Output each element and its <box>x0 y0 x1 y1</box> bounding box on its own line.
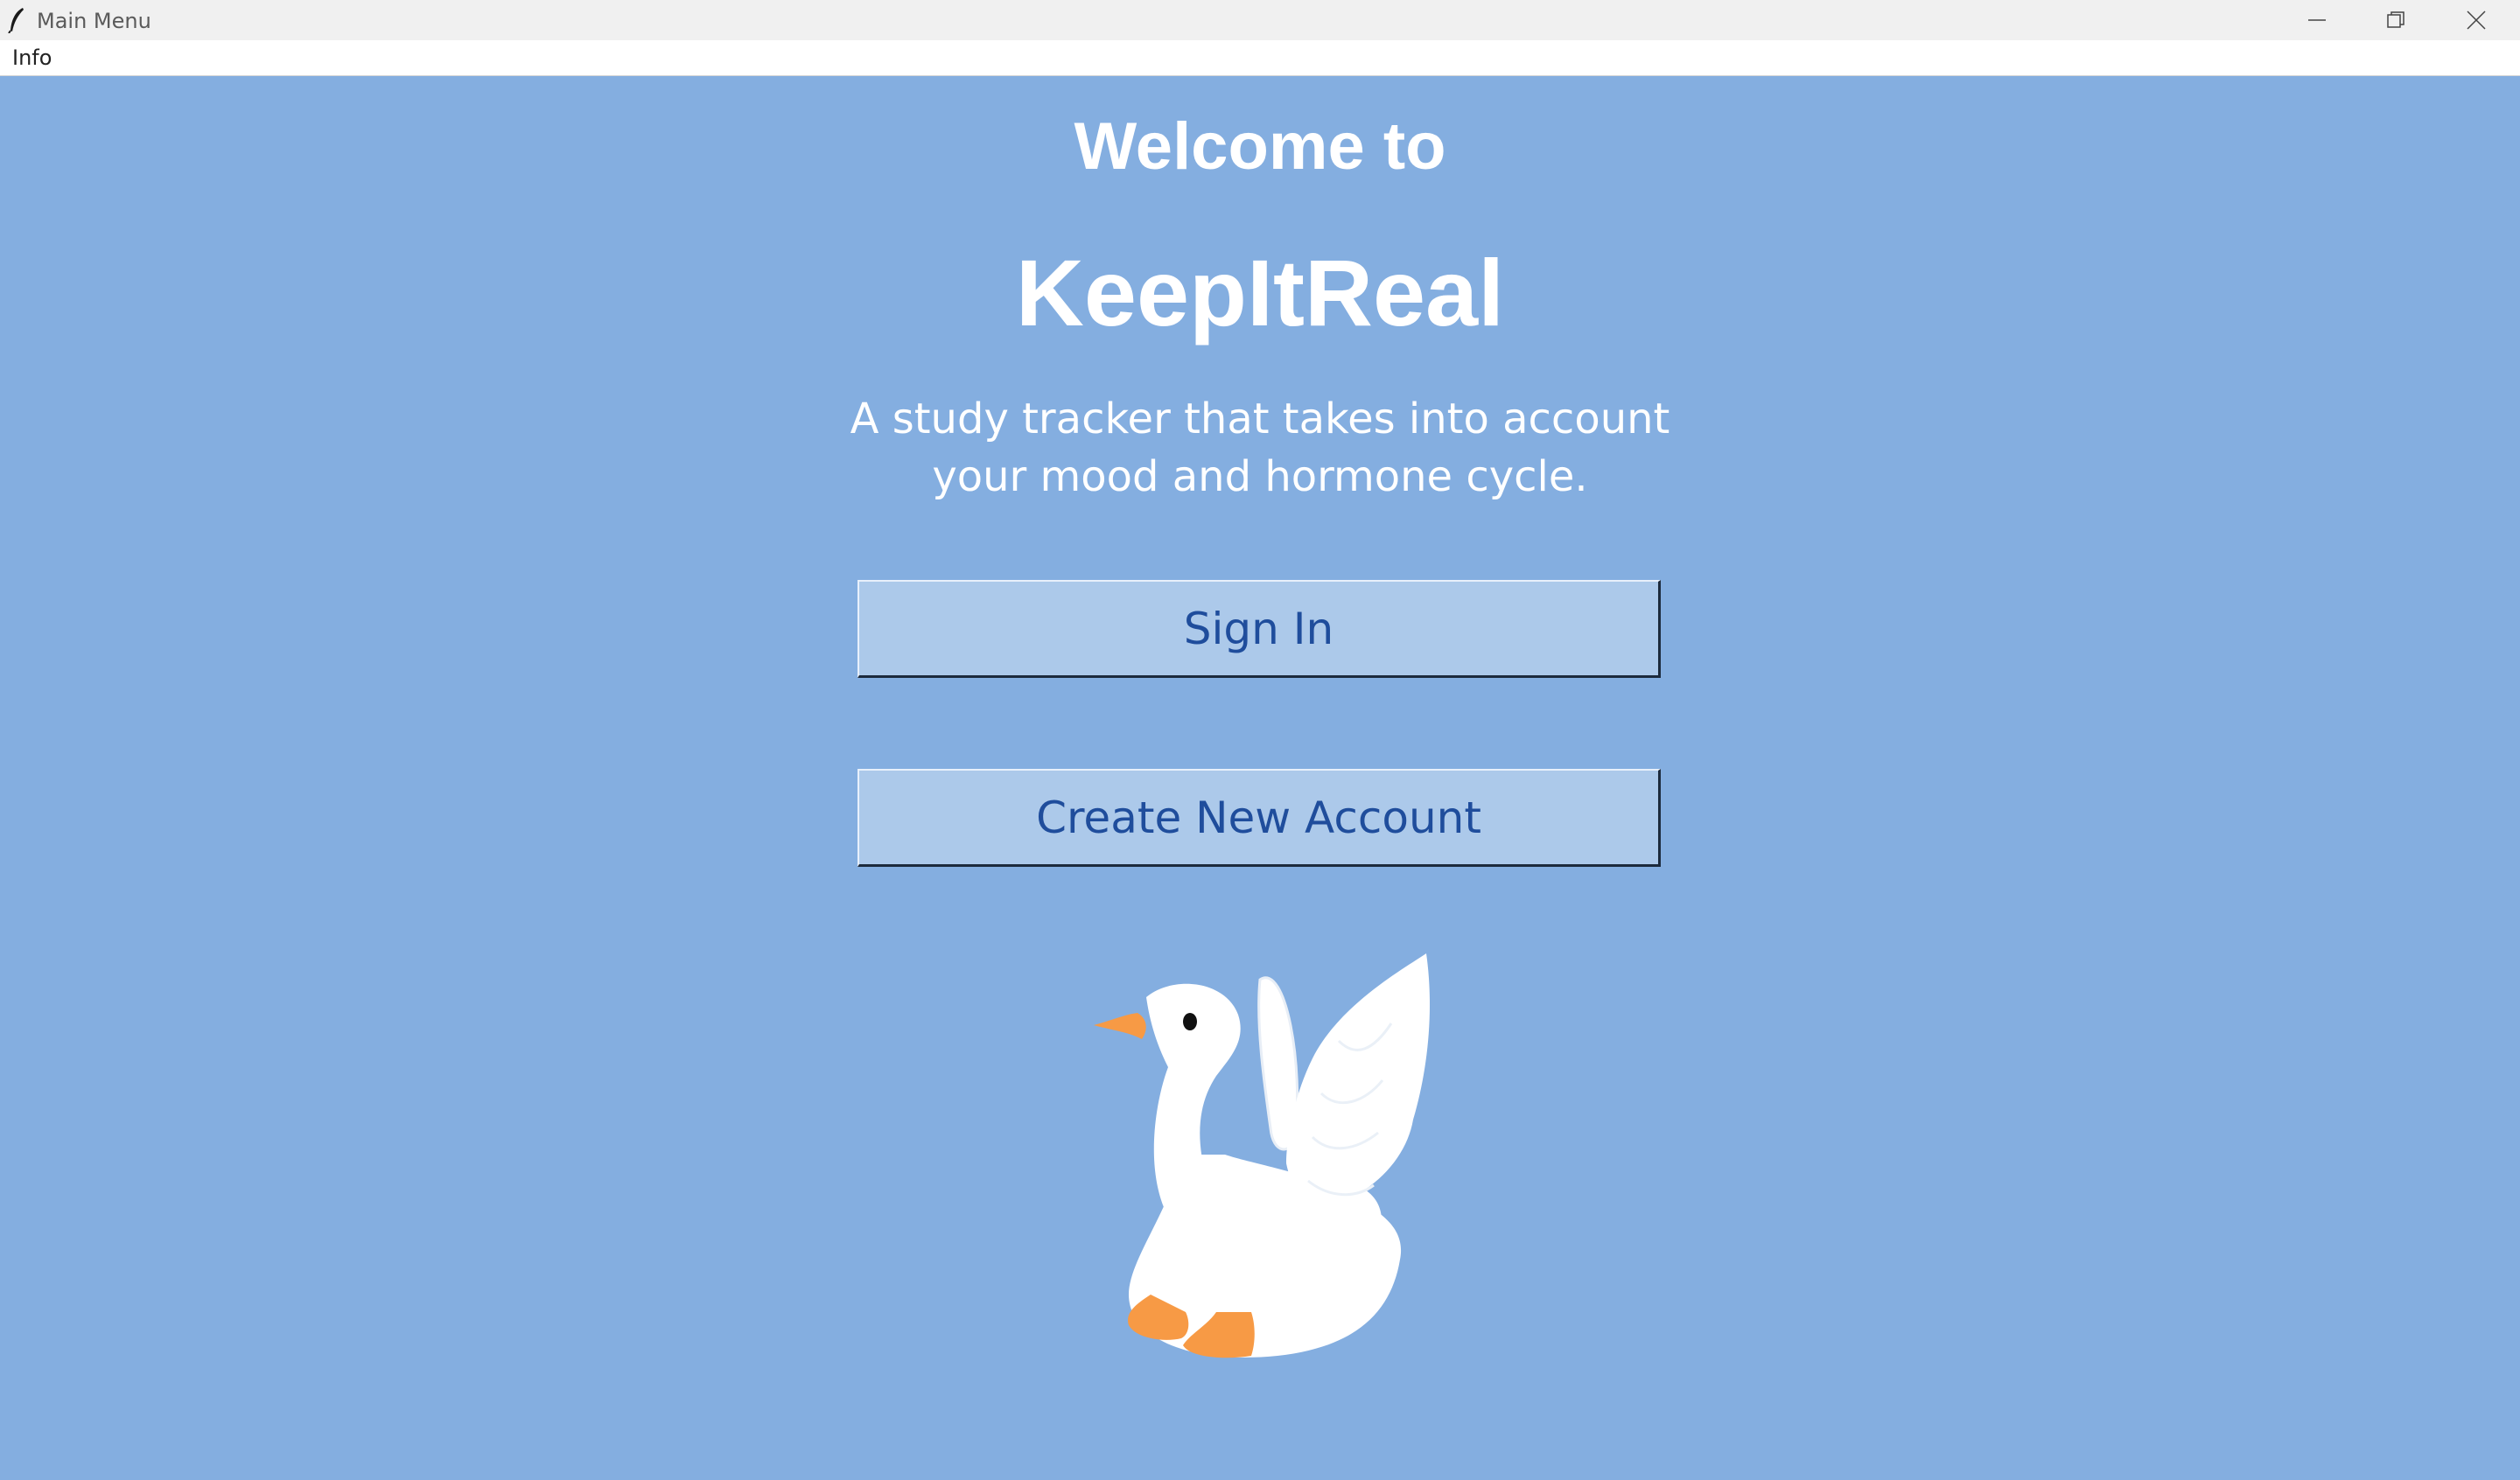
close-icon <box>2467 10 2486 30</box>
minimize-button[interactable] <box>2278 0 2356 40</box>
create-account-button[interactable]: Create New Account <box>858 769 1661 867</box>
close-button[interactable] <box>2437 0 2516 40</box>
minimize-icon <box>2308 19 2326 21</box>
window-title: Main Menu <box>37 9 151 33</box>
menu-item-info[interactable]: Info <box>12 45 52 71</box>
sign-in-label: Sign In <box>1183 603 1334 654</box>
feather-icon <box>8 8 24 33</box>
title-bar[interactable]: Main Menu <box>0 0 2520 40</box>
app-name-heading: KeepItReal <box>1015 240 1505 346</box>
tagline-text: A study tracker that takes into account … <box>850 394 1670 501</box>
main-menu-window: Main Menu Info Welcome to KeepItReal A s… <box>0 0 2520 1480</box>
restore-icon <box>2387 11 2404 28</box>
create-account-label: Create New Account <box>1036 792 1481 843</box>
menu-bar: Info <box>0 40 2520 76</box>
welcome-heading: Welcome to <box>1074 109 1446 184</box>
sign-in-button[interactable]: Sign In <box>858 580 1661 678</box>
restore-button[interactable] <box>2356 0 2435 40</box>
goose-illustration <box>1094 953 1431 1358</box>
